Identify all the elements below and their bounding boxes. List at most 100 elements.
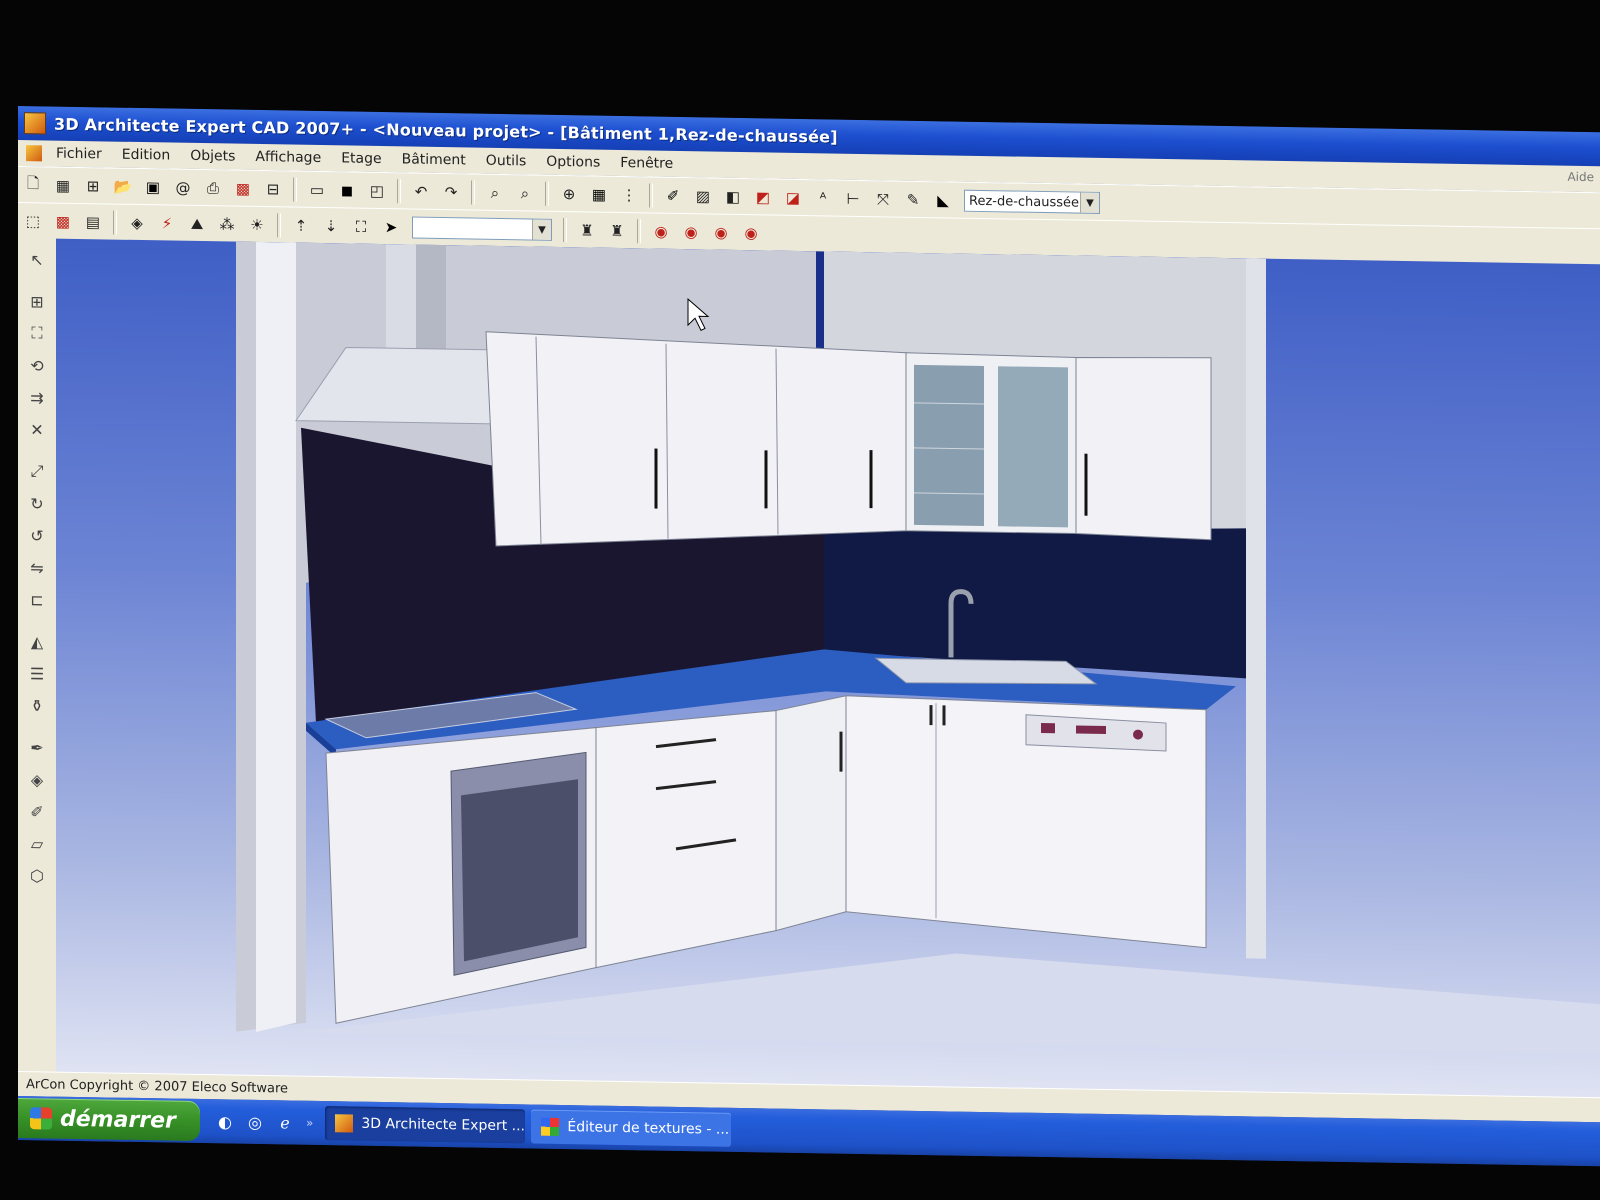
crosshair-icon[interactable]: ⊕ (557, 182, 581, 206)
wall-cabinet-right (1075, 357, 1212, 541)
fill-icon[interactable]: ◈ (24, 766, 50, 792)
floor-down-icon[interactable]: ⇣ (319, 214, 343, 238)
eye-right-icon[interactable]: ◉ (739, 221, 763, 245)
rotate-90-icon[interactable]: ↻ (24, 490, 50, 516)
menu-outils[interactable]: Outils (476, 153, 536, 170)
walk-red-icon[interactable]: ♜ (575, 218, 599, 242)
desktop-icon[interactable]: ◐ (214, 1110, 236, 1132)
glass-door[interactable] (914, 364, 984, 527)
eye-up-icon[interactable]: ◉ (649, 219, 673, 243)
taskbar-item-textures[interactable]: Éditeur de textures - ... (531, 1109, 732, 1147)
glass-door[interactable] (998, 366, 1068, 528)
zoom-icon[interactable]: ⌕ (483, 181, 507, 205)
section-view-icon[interactable]: ⊞ (81, 174, 105, 198)
delete-icon[interactable]: ✕ (24, 416, 50, 442)
frame-icon[interactable]: ◰ (365, 179, 389, 203)
menu-fichier[interactable]: Fichier (46, 145, 112, 163)
3d-viewport[interactable] (56, 238, 1600, 1099)
menu-options[interactable]: Options (536, 154, 610, 171)
move-icon[interactable]: ⇉ (24, 384, 50, 410)
floor-up-icon[interactable]: ⇡ (289, 213, 313, 237)
plan-view-icon[interactable]: ▦ (51, 174, 75, 198)
group-icon[interactable]: ⊞ (24, 288, 50, 314)
pen-icon[interactable]: ✒ (24, 734, 50, 760)
stair-icon[interactable]: ◪ (781, 186, 805, 210)
scale-icon[interactable]: ⤢ (24, 458, 50, 484)
window-red-icon[interactable]: ◩ (751, 185, 775, 209)
render-icon[interactable]: ▩ (231, 177, 255, 201)
undo-icon[interactable]: ↶ (409, 179, 433, 203)
toolbar-separator (113, 210, 117, 235)
text-abc-icon[interactable]: ᴬ (811, 186, 835, 210)
toolbar-separator (277, 213, 281, 238)
eye-left-icon[interactable]: ◉ (709, 220, 733, 244)
dimension-icon[interactable]: ⊢ (841, 187, 865, 211)
new-document-icon[interactable]: 🗋 (21, 173, 45, 197)
grid-icon[interactable]: ▦ (587, 182, 611, 206)
chevron-down-icon[interactable]: ▼ (532, 219, 551, 240)
dishwasher-button[interactable] (1041, 722, 1055, 734)
molecule-icon[interactable]: ⁂ (215, 212, 239, 236)
floor-select[interactable]: Rez-de-chaussée ▼ (964, 189, 1100, 214)
flip-icon[interactable]: ⇋ (24, 554, 50, 580)
play-icon[interactable]: ➤ (379, 215, 403, 239)
object-icon[interactable]: ▤ (81, 210, 105, 234)
copyright-text: ArCon Copyright © 2007 Eleco Software (26, 1076, 289, 1096)
start-label: démarrer (60, 1106, 176, 1134)
menu-etage[interactable]: Etage (331, 150, 391, 167)
ie-icon[interactable]: ℯ (274, 1111, 296, 1133)
chevron-down-icon[interactable]: ▼ (1080, 192, 1099, 213)
view-select[interactable]: ▼ (412, 216, 552, 241)
measure-icon[interactable]: ⤧ (871, 187, 895, 211)
brush-icon[interactable]: ✐ (661, 184, 685, 208)
open-folder-icon[interactable]: 📂 (111, 175, 135, 199)
select-3d-icon[interactable]: ⬚ (21, 209, 45, 233)
menu-edition[interactable]: Edition (112, 147, 180, 164)
media-icon[interactable]: ◎ (244, 1111, 266, 1133)
print-icon[interactable]: ⎙ (201, 176, 225, 200)
align-icon[interactable]: ⊏ (24, 586, 50, 612)
menu-objets[interactable]: Objets (180, 148, 245, 165)
save-icon[interactable]: ▣ (141, 175, 165, 199)
paint-roller-icon[interactable]: ✐ (24, 798, 50, 824)
pencil-icon[interactable]: ✎ (901, 188, 925, 212)
menu-aide[interactable]: Aide (1567, 170, 1594, 184)
hatch-icon[interactable]: ▨ (691, 184, 715, 208)
start-button[interactable]: démarrer (18, 1098, 200, 1142)
door-icon[interactable]: ◧ (721, 185, 745, 209)
select-arrow-icon[interactable]: ↖ (24, 246, 50, 272)
menu-fenetre[interactable]: Fenêtre (610, 155, 683, 172)
paint-bucket-icon[interactable]: ⚱ (24, 692, 50, 718)
3d-box-icon[interactable]: ◼ (335, 178, 359, 202)
eye-down-icon[interactable]: ◉ (679, 220, 703, 244)
camera-icon[interactable]: ◣ (931, 188, 955, 212)
list-icon[interactable]: ☰ (24, 660, 50, 686)
fit-view-icon[interactable]: ⛶ (349, 214, 373, 238)
eraser-icon[interactable]: ▱ (24, 830, 50, 856)
window-icon[interactable]: ▭ (305, 178, 329, 202)
resize-icon[interactable]: ⛶ (24, 320, 50, 346)
terrain-icon[interactable]: ⛰ (185, 212, 209, 236)
cube-small-icon[interactable]: ⬡ (24, 862, 50, 888)
taskbar-item-architecte[interactable]: 3D Architecte Expert ... (325, 1106, 526, 1144)
rotate-box-icon[interactable]: ⟲ (24, 352, 50, 378)
monitor-screen: 3D Architecte Expert CAD 2007+ - <Nouvea… (18, 106, 1600, 1167)
ruler-icon[interactable]: ⋮ (617, 183, 641, 207)
wall-edge (256, 241, 296, 1032)
mirror-icon[interactable]: ◭ (24, 628, 50, 654)
sun-icon[interactable]: ☀ (245, 213, 269, 237)
email-icon[interactable]: @ (171, 176, 195, 200)
redo-icon[interactable]: ↷ (439, 180, 463, 204)
chevron-right-icon[interactable]: » (306, 1116, 313, 1130)
layout-icon[interactable]: ⊟ (261, 177, 285, 201)
toolbar-separator (563, 218, 567, 243)
texture-icon[interactable]: ▩ (51, 210, 75, 234)
cube-icon[interactable]: ◈ (125, 211, 149, 235)
menu-affichage[interactable]: Affichage (245, 149, 331, 166)
walk-green-icon[interactable]: ♜ (605, 219, 629, 243)
menu-batiment[interactable]: Bâtiment (392, 151, 476, 168)
rotate-180-icon[interactable]: ↺ (24, 522, 50, 548)
lightning-icon[interactable]: ⚡ (155, 211, 179, 235)
app-menu-icon[interactable] (26, 145, 42, 162)
zoom-text-icon[interactable]: ⌕ (513, 181, 537, 205)
